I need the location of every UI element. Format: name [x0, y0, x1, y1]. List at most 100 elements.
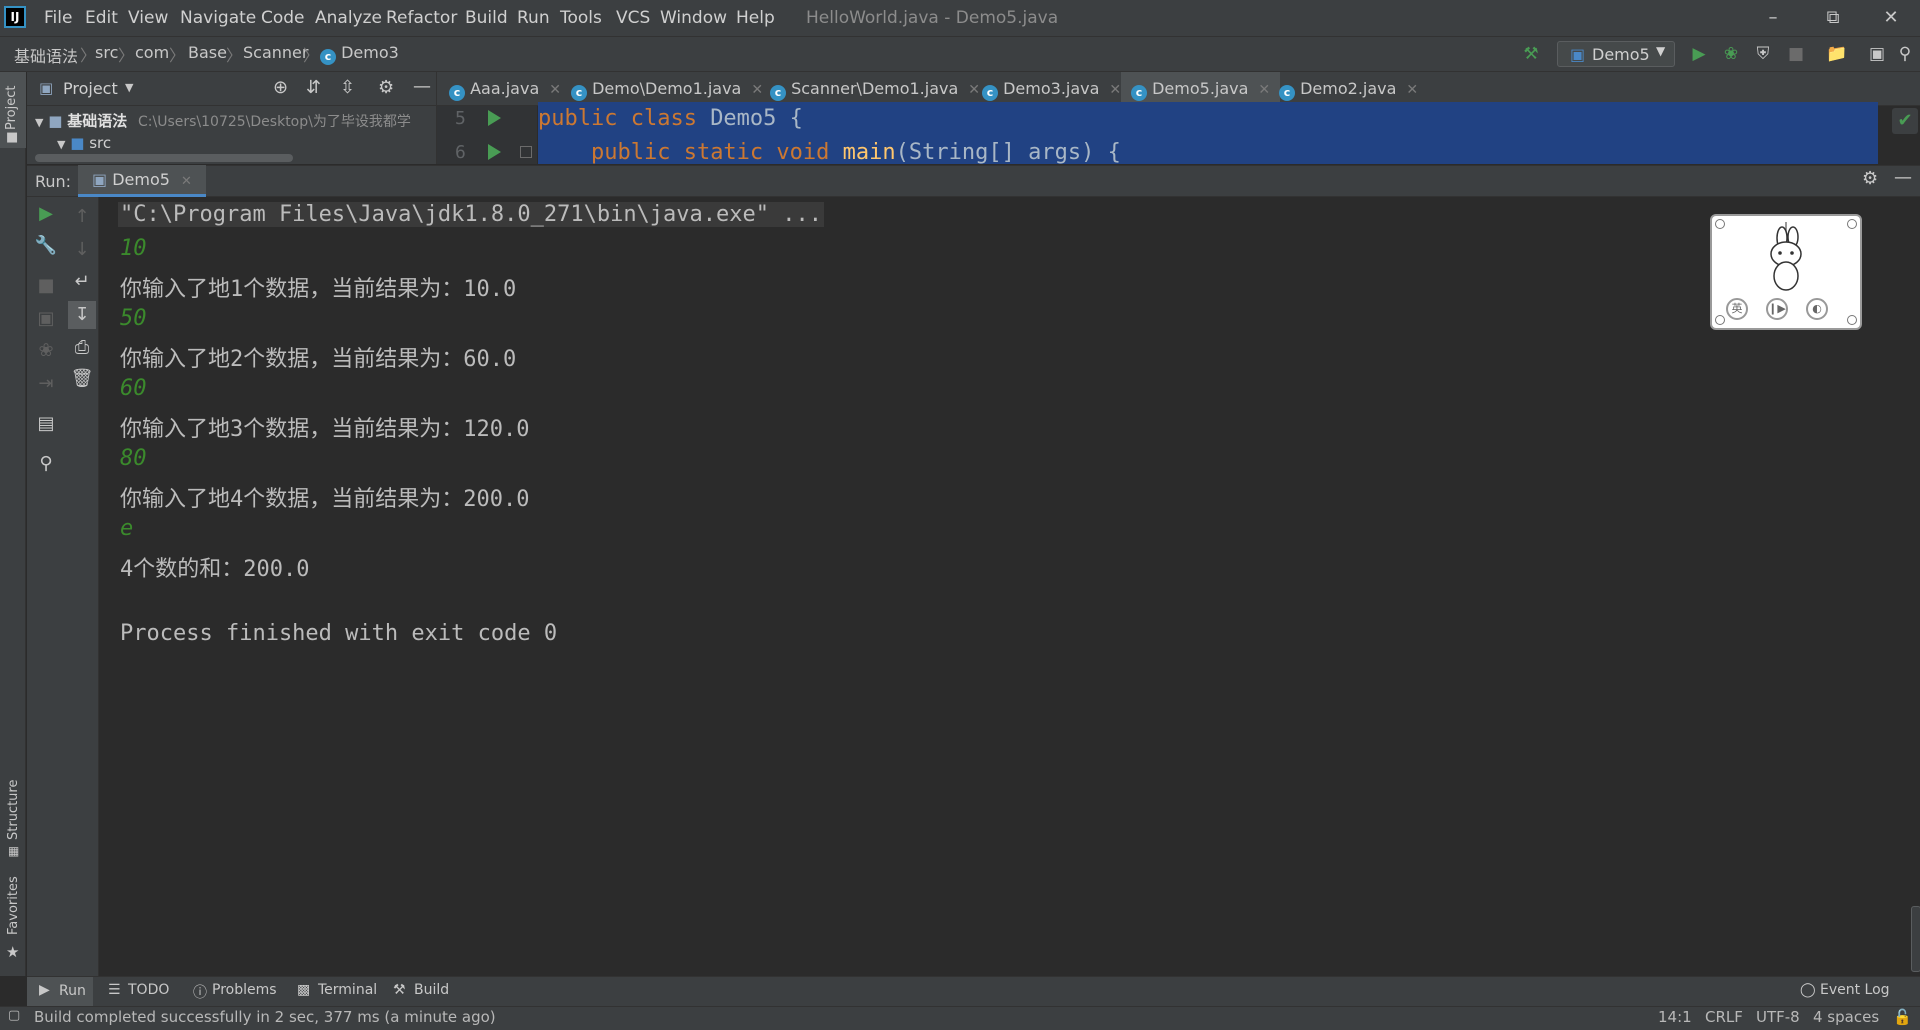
- breadcrumb-separator: 〉: [226, 46, 243, 65]
- stripe-project-label[interactable]: Project: [4, 86, 19, 130]
- terminal-tool-button[interactable]: Terminal: [318, 982, 377, 998]
- menu-help[interactable]: Help: [736, 8, 775, 28]
- minimize-icon[interactable]: –: [1753, 4, 1793, 32]
- window-layout-icon[interactable]: ▣: [1866, 43, 1888, 65]
- memory-indicator[interactable]: [1911, 906, 1920, 972]
- menu-file[interactable]: File: [44, 8, 72, 28]
- scroll-to-end-icon[interactable]: ↧: [68, 301, 96, 329]
- breadcrumb-base[interactable]: Base: [188, 43, 227, 62]
- menu-refactor[interactable]: Refactor: [386, 8, 457, 28]
- settings-circle-icon[interactable]: ◐: [1806, 298, 1828, 320]
- menu-vcs[interactable]: VCS: [616, 8, 650, 28]
- exit-icon[interactable]: ⇥: [34, 372, 58, 396]
- menu-run[interactable]: Run: [517, 8, 550, 28]
- close-icon[interactable]: ✕: [1258, 82, 1270, 98]
- todo-tool-button[interactable]: TODO: [128, 982, 169, 998]
- pin-icon[interactable]: ⚲: [34, 452, 58, 476]
- close-icon[interactable]: ✕: [1871, 4, 1911, 32]
- stop-icon[interactable]: ■: [1785, 43, 1807, 65]
- build-hammer-icon[interactable]: ⚒: [1520, 43, 1542, 65]
- menu-analyze[interactable]: Analyze: [315, 8, 382, 28]
- indent-setting[interactable]: 4 spaces: [1813, 1008, 1879, 1026]
- tab-demo3-java[interactable]: c Demo3.java ✕: [982, 72, 1121, 105]
- menu-build[interactable]: Build: [465, 8, 508, 28]
- console-output[interactable]: [100, 197, 1920, 976]
- expand-all-icon[interactable]: ⇵: [306, 77, 321, 98]
- breadcrumb-src[interactable]: src: [95, 43, 118, 62]
- breadcrumb-demo3[interactable]: c Demo3: [320, 43, 399, 65]
- restore-icon[interactable]: ⧉: [1813, 4, 1853, 32]
- run-tool-button[interactable]: ▶ Run: [27, 977, 93, 1006]
- stripe-favorites-label[interactable]: Favorites: [6, 876, 21, 935]
- menu-tools[interactable]: Tools: [560, 8, 602, 28]
- tab-demo5-java[interactable]: c Demo5.java ✕: [1121, 72, 1281, 105]
- menu-window[interactable]: Window: [660, 8, 727, 28]
- stripe-structure-label[interactable]: Structure: [6, 780, 21, 840]
- status-message[interactable]: Build completed successfully in 2 sec, 3…: [34, 1008, 496, 1026]
- wrench-icon[interactable]: 🔧: [34, 234, 58, 258]
- tree-src-node[interactable]: ▼ ■ src: [57, 134, 111, 152]
- file-encoding[interactable]: UTF-8: [1756, 1008, 1800, 1026]
- tab-aaa-java[interactable]: c Aaa.java ✕: [449, 72, 561, 105]
- close-icon[interactable]: ✕: [751, 82, 763, 98]
- horizontal-scrollbar[interactable]: [35, 154, 293, 162]
- locate-icon[interactable]: ⊕: [273, 77, 288, 98]
- menu-edit[interactable]: Edit: [85, 8, 118, 28]
- close-icon[interactable]: ✕: [968, 82, 980, 98]
- desktop-pet-widget[interactable]: 英 ❙▶ ◐: [1710, 214, 1862, 330]
- build-tool-button[interactable]: Build: [414, 982, 449, 998]
- inspection-ok-icon[interactable]: ✔: [1892, 108, 1918, 134]
- stop-icon[interactable]: ■: [34, 274, 58, 298]
- run-config-dropdown[interactable]: ▣ Demo5 ▼: [1557, 41, 1675, 67]
- hide-panel-icon[interactable]: —: [413, 76, 431, 97]
- tab-demo-demo1-java[interactable]: c Demo\Demo1.java ✕: [571, 72, 763, 105]
- close-icon[interactable]: ✕: [181, 174, 192, 189]
- tab-scanner-demo1-java[interactable]: c Scanner\Demo1.java ✕: [770, 72, 980, 105]
- camera-icon[interactable]: ▣: [34, 307, 58, 331]
- collapse-all-icon[interactable]: ⇳: [340, 77, 355, 98]
- hide-panel-icon[interactable]: —: [1894, 167, 1912, 188]
- tree-root-node[interactable]: ▼ ■ 基础语法 C:\Users\10725\Desktop\为了毕设我都学: [35, 110, 411, 131]
- list-icon: ☰: [108, 982, 121, 998]
- toggle-tool-windows-icon[interactable]: ▢: [8, 1008, 20, 1023]
- run-gutter-icon[interactable]: [488, 110, 501, 126]
- fold-icon[interactable]: [520, 146, 532, 158]
- menu-navigate[interactable]: Navigate: [180, 8, 256, 28]
- event-log-button[interactable]: Event Log: [1820, 982, 1890, 998]
- run-gutter-icon[interactable]: [488, 144, 501, 160]
- problems-tool-button[interactable]: Problems: [212, 982, 277, 998]
- breadcrumb-scanner[interactable]: Scanner: [243, 43, 308, 62]
- tree-root-path: C:\Users\10725\Desktop\为了毕设我都学: [138, 114, 411, 130]
- project-panel-title[interactable]: Project: [63, 79, 118, 98]
- arrow-down-icon[interactable]: ↓: [70, 238, 94, 262]
- tab-demo2-java[interactable]: c Demo2.java ✕: [1279, 72, 1418, 105]
- rerun-icon[interactable]: ▶: [34, 202, 58, 226]
- caret-position[interactable]: 14:1: [1658, 1008, 1692, 1026]
- lock-icon[interactable]: 🔓: [1893, 1008, 1912, 1026]
- trash-icon[interactable]: 🗑: [70, 367, 94, 391]
- gear-icon[interactable]: ⚙: [378, 77, 394, 98]
- language-toggle-button[interactable]: 英: [1726, 298, 1748, 320]
- run-tab-demo5[interactable]: ▣ Demo5 ✕: [78, 165, 206, 197]
- coverage-icon[interactable]: ⛨: [1752, 43, 1774, 65]
- gear-icon[interactable]: ⚙: [1862, 168, 1878, 189]
- soft-wrap-icon[interactable]: ↵: [70, 270, 94, 294]
- layout-icon[interactable]: ▤: [34, 412, 58, 436]
- debug-icon[interactable]: ❀: [34, 339, 58, 363]
- play-pause-icon[interactable]: ❙▶: [1766, 298, 1788, 320]
- line-separator[interactable]: CRLF: [1705, 1008, 1743, 1026]
- menu-view[interactable]: View: [128, 8, 168, 28]
- breadcrumb-project[interactable]: 基础语法: [14, 43, 78, 67]
- debug-icon[interactable]: ❀: [1720, 43, 1742, 65]
- chevron-down-icon[interactable]: ▼: [125, 81, 133, 94]
- arrow-up-icon[interactable]: ↑: [70, 205, 94, 229]
- search-icon[interactable]: ⚲: [1894, 43, 1916, 65]
- menu-code[interactable]: Code: [261, 8, 305, 28]
- project-structure-icon[interactable]: 📁: [1826, 43, 1848, 65]
- breadcrumb-com[interactable]: com: [135, 43, 169, 62]
- close-icon[interactable]: ✕: [1406, 82, 1418, 98]
- print-icon[interactable]: ⎙: [70, 336, 94, 360]
- close-icon[interactable]: ✕: [1109, 82, 1121, 98]
- run-icon[interactable]: ▶: [1688, 43, 1710, 65]
- close-icon[interactable]: ✕: [549, 82, 561, 98]
